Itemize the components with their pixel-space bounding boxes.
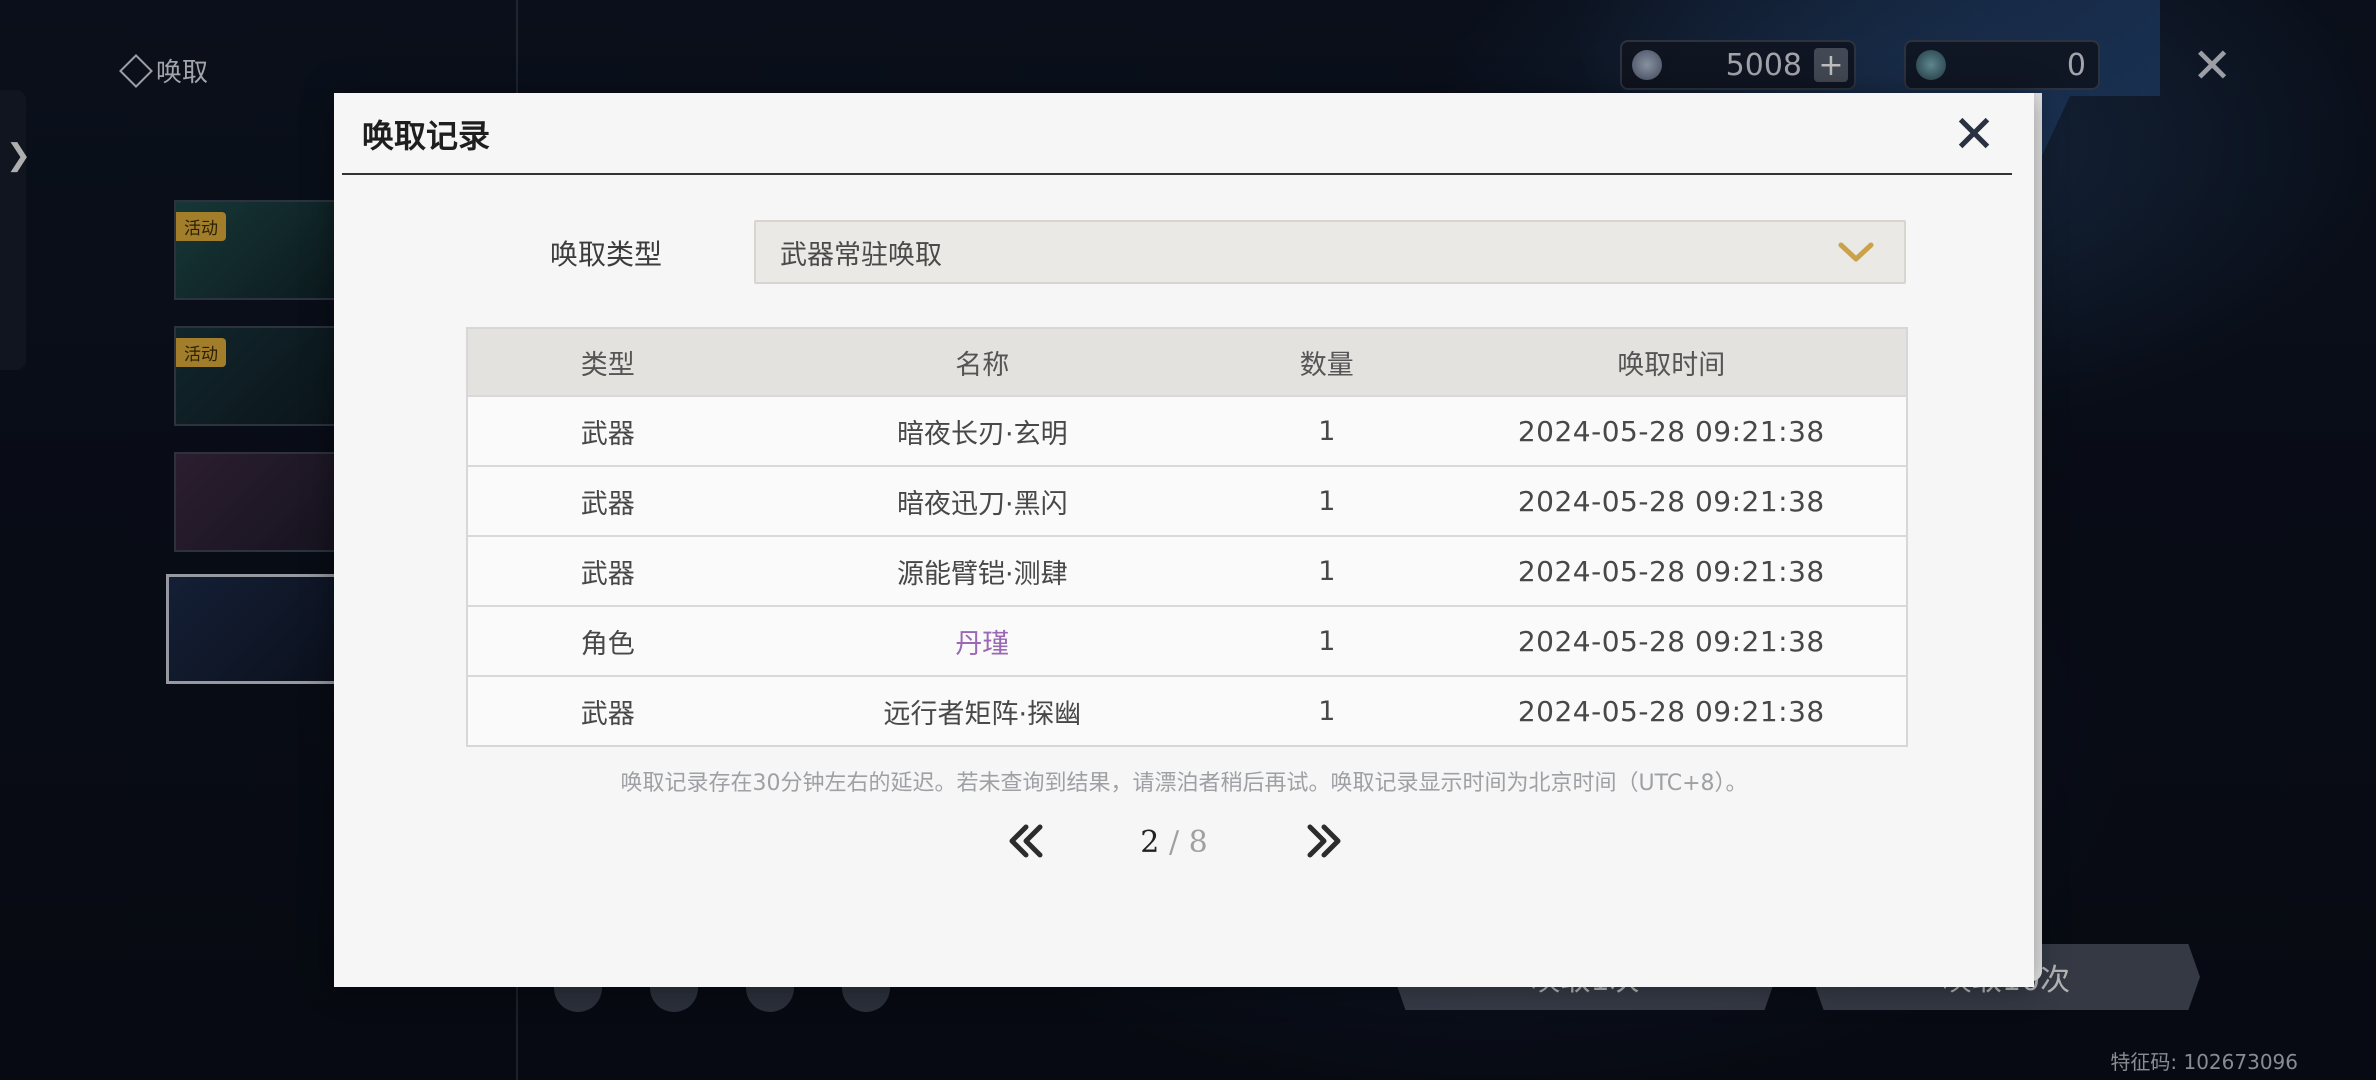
cell-quantity: 1 [1318,555,1336,587]
dialog-title: 唤取记录 [362,117,491,155]
pagination: 2 / 8 [334,817,2034,867]
column-header-type: 类型 [580,349,635,381]
page-separator: / [1168,825,1180,860]
cell-type: 武器 [580,698,635,730]
cell-name-character: 丹瑾 [955,628,1010,660]
next-page-icon[interactable] [1302,821,1346,861]
page-indicator: 2 / 8 [1104,825,1244,860]
cell-time: 2024-05-28 09:21:38 [1517,484,1825,518]
convene-history-dialog: 唤取记录 ✕ 唤取类型 武器常驻唤取 类型 名称 数量 唤取时间 武器 暗夜长刃… [334,93,2034,987]
cell-time: 2024-05-28 09:21:38 [1517,554,1825,588]
total-pages: 8 [1188,825,1208,860]
cell-type: 角色 [580,628,635,660]
table-row: 武器 暗夜长刃·玄明 1 2024-05-28 09:21:38 [468,395,1906,465]
cell-type: 武器 [580,488,635,520]
cell-name: 暗夜长刃·玄明 [896,418,1068,450]
dialog-header: 唤取记录 ✕ [334,93,2034,173]
cell-quantity: 1 [1318,485,1336,517]
cell-type: 武器 [580,418,635,450]
column-header-name: 名称 [955,349,1010,381]
cell-time: 2024-05-28 09:21:38 [1517,624,1825,658]
delay-notice: 唤取记录存在30分钟左右的延迟。若未查询到结果，请漂泊者稍后再试。唤取记录显示时… [620,771,1748,796]
column-header-quantity: 数量 [1299,349,1354,381]
cell-name: 远行者矩阵·探幽 [883,698,1082,730]
history-table: 类型 名称 数量 唤取时间 武器 暗夜长刃·玄明 1 2024-05-28 09… [466,327,1908,747]
previous-page-icon[interactable] [1004,821,1048,861]
convene-type-value: 武器常驻唤取 [780,239,942,271]
cell-time: 2024-05-28 09:21:38 [1517,694,1825,728]
cell-time: 2024-05-28 09:21:38 [1517,414,1825,448]
table-header-row: 类型 名称 数量 唤取时间 [468,329,1906,395]
cell-quantity: 1 [1318,415,1336,447]
convene-type-label: 唤取类型 [550,238,663,271]
header-divider [342,173,2012,175]
cell-name: 源能臂铠·测肆 [896,558,1068,590]
column-header-time: 唤取时间 [1617,349,1726,381]
cell-name: 暗夜迅刀·黑闪 [896,488,1068,520]
convene-type-dropdown[interactable]: 武器常驻唤取 [754,220,1906,284]
table-row: 武器 源能臂铠·测肆 1 2024-05-28 09:21:38 [468,535,1906,605]
chevron-down-icon[interactable] [1834,230,1878,274]
table-row: 角色 丹瑾 1 2024-05-28 09:21:38 [468,605,1906,675]
current-page: 2 [1140,825,1160,860]
cell-quantity: 1 [1318,695,1336,727]
cell-type: 武器 [580,558,635,590]
table-row: 武器 暗夜迅刀·黑闪 1 2024-05-28 09:21:38 [468,465,1906,535]
cell-quantity: 1 [1318,625,1336,657]
table-row: 武器 远行者矩阵·探幽 1 2024-05-28 09:21:38 [468,675,1906,745]
close-icon[interactable]: ✕ [1946,107,2002,163]
